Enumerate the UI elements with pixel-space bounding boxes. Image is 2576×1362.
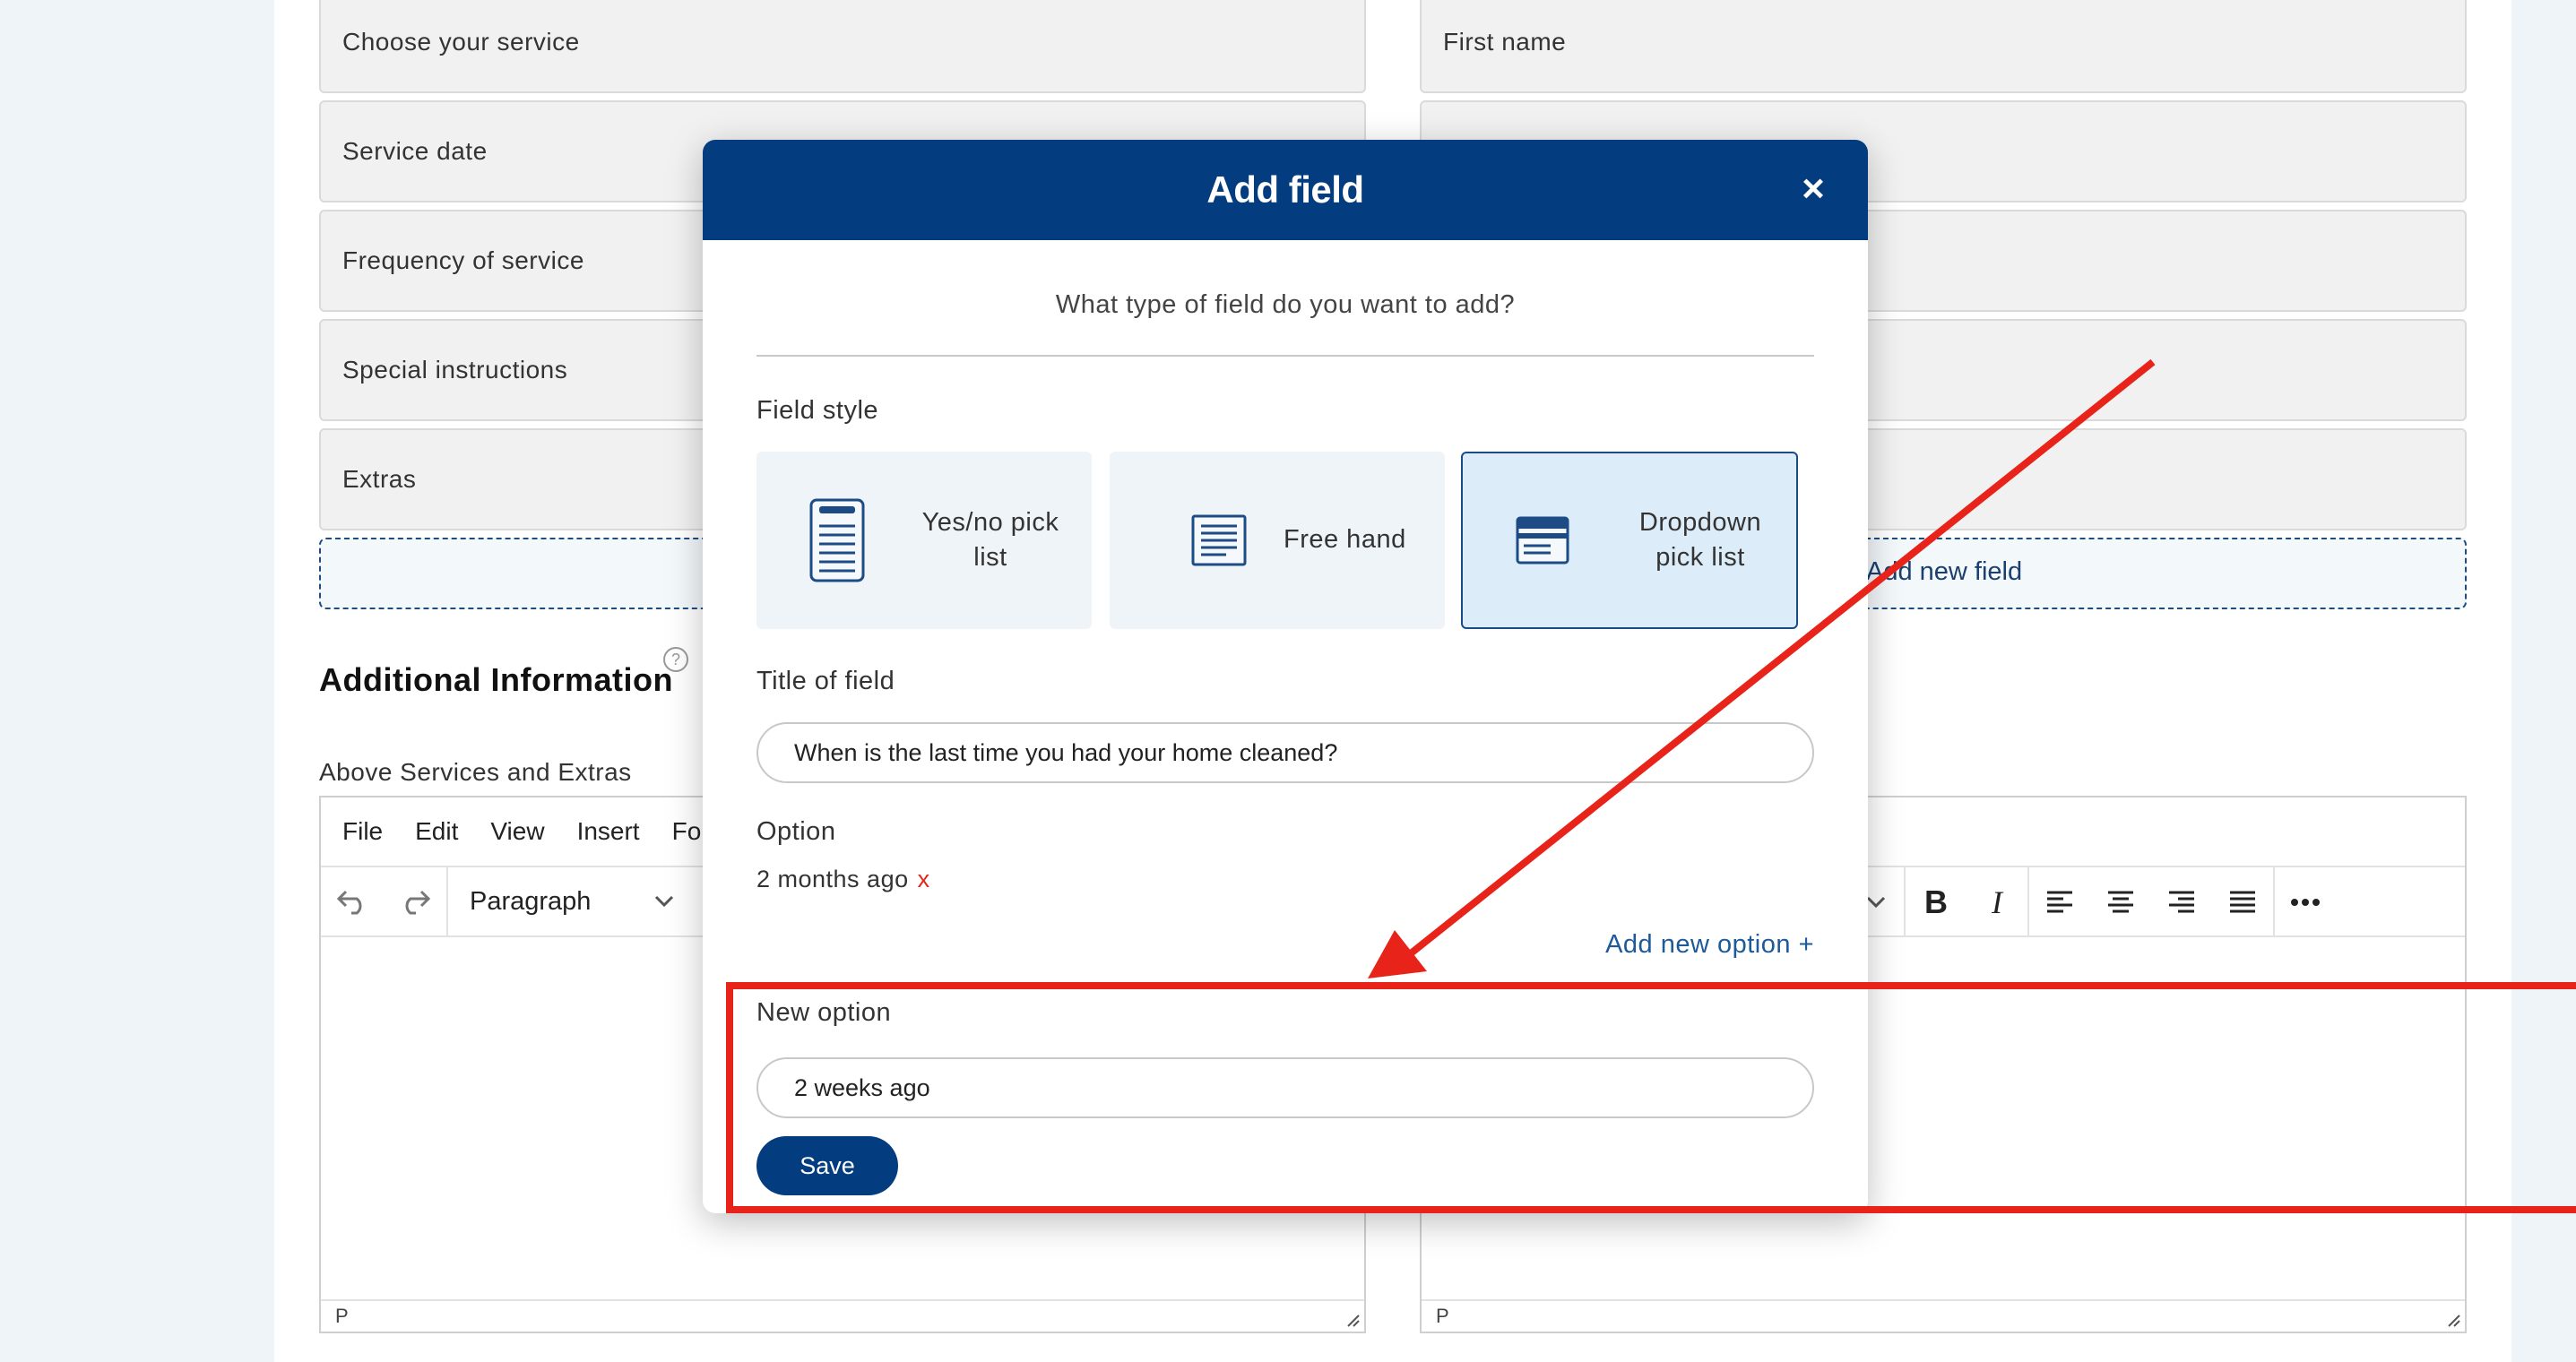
divider xyxy=(756,355,1814,357)
editor-statusbar: P xyxy=(321,1299,1364,1332)
menu-edit[interactable]: Edit xyxy=(415,817,458,846)
align-left-icon[interactable] xyxy=(2029,867,2090,937)
add-field-modal: Add field × What type of field do you wa… xyxy=(703,140,1868,1213)
block-format-value: Paragraph xyxy=(470,886,592,916)
element-path: P xyxy=(1436,1305,1449,1327)
help-icon[interactable]: ? xyxy=(663,647,688,672)
new-option-input[interactable]: 2 weeks ago xyxy=(756,1057,1814,1118)
above-services-label: Above Services and Extras xyxy=(319,758,632,786)
style-card-label: Yes/no pick list xyxy=(914,505,1067,575)
add-new-option-link[interactable]: Add new option + xyxy=(1605,930,1814,960)
add-new-field-link[interactable]: Add new field xyxy=(1866,557,2022,587)
option-label: Option xyxy=(756,817,836,846)
modal-header: Add field × xyxy=(703,140,1868,240)
style-label-line1: Yes/no pick xyxy=(921,507,1059,537)
field-choose-service[interactable]: Choose your service xyxy=(319,0,1366,93)
title-of-field-input[interactable]: When is the last time you had your home … xyxy=(756,722,1814,783)
editor-statusbar-right: P xyxy=(1422,1299,2465,1332)
style-card-yes-no[interactable]: Yes/no pick list xyxy=(756,452,1092,629)
redo-icon[interactable] xyxy=(384,866,446,936)
style-card-label: Dropdown pick list xyxy=(1624,505,1776,575)
new-option-label: New option xyxy=(756,998,892,1027)
resize-handle-icon[interactable] xyxy=(1343,1310,1361,1328)
undo-icon[interactable] xyxy=(321,866,384,936)
field-type-question: What type of field do you want to add? xyxy=(1055,290,1516,319)
dropdown-window-icon xyxy=(1516,516,1569,565)
menu-insert[interactable]: Insert xyxy=(577,817,640,846)
close-icon[interactable]: × xyxy=(1794,167,1832,211)
align-right-icon[interactable] xyxy=(2151,867,2212,937)
option-item: 2 months ago x xyxy=(756,866,930,893)
menu-file[interactable]: File xyxy=(342,817,383,846)
title-of-field-label: Title of field xyxy=(756,667,895,695)
chevron-down-icon xyxy=(654,895,674,908)
modal-title: Add field xyxy=(1206,168,1364,211)
align-center-icon[interactable] xyxy=(2090,867,2151,937)
resize-handle-icon[interactable] xyxy=(2443,1310,2461,1328)
block-format-select[interactable]: Paragraph xyxy=(448,887,690,917)
italic-icon[interactable]: I xyxy=(1967,867,2027,937)
style-label-line1: Dropdown xyxy=(1638,507,1762,537)
style-card-dropdown[interactable]: Dropdown pick list xyxy=(1461,452,1798,629)
style-card-label: Free hand xyxy=(1284,525,1406,555)
save-button[interactable]: Save xyxy=(756,1136,898,1195)
justify-icon[interactable] xyxy=(2212,867,2273,937)
field-first-name[interactable]: First name xyxy=(1420,0,2467,93)
element-path: P xyxy=(335,1305,349,1327)
style-label-line2: pick list xyxy=(1655,543,1745,572)
remove-option-icon[interactable]: x xyxy=(918,866,930,892)
more-options-icon[interactable] xyxy=(2275,867,2336,937)
additional-information-title: Additional Information xyxy=(319,661,673,698)
text-document-icon xyxy=(1191,514,1247,566)
list-document-icon xyxy=(809,498,865,582)
option-text: 2 months ago xyxy=(756,866,909,892)
style-card-free-hand[interactable]: Free hand xyxy=(1110,452,1445,629)
field-style-label: Field style xyxy=(756,396,879,425)
bold-icon[interactable]: B xyxy=(1906,867,1967,937)
chevron-down-icon[interactable] xyxy=(1866,896,1886,909)
menu-view[interactable]: View xyxy=(490,817,544,846)
style-label-line2: list xyxy=(973,543,1007,572)
